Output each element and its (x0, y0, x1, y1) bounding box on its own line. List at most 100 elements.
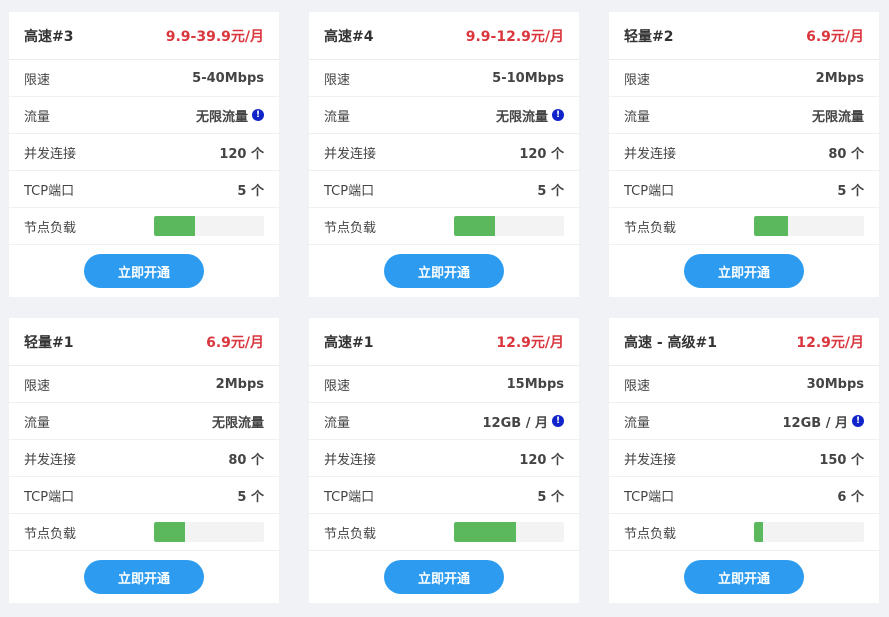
open-now-button[interactable]: 立即开通 (384, 254, 504, 288)
traffic-value: 无限流量 ! (196, 106, 264, 125)
plan-price: 12.9元/月 (796, 334, 864, 351)
connections-value: 120 个 (219, 146, 264, 162)
open-now-button[interactable]: 立即开通 (84, 560, 204, 594)
plan-header: 轻量#2 6.9元/月 (609, 12, 879, 60)
speed-value: 2Mbps (815, 70, 864, 86)
load-row: 节点负载 (309, 208, 579, 245)
connections-value: 120 个 (519, 146, 564, 162)
open-now-button[interactable]: 立即开通 (684, 254, 804, 288)
open-now-button[interactable]: 立即开通 (84, 254, 204, 288)
load-bar (754, 216, 864, 236)
tcp-ports-row: TCP端口 6 个 (609, 477, 879, 514)
tcp-ports-row: TCP端口 5 个 (9, 171, 279, 208)
load-row: 节点负载 (309, 514, 579, 551)
plan-price: 12.9元/月 (496, 334, 564, 351)
connections-row: 并发连接 120 个 (309, 440, 579, 477)
tcp-ports-label: TCP端口 (324, 183, 375, 199)
traffic-text: 无限流量 (495, 109, 548, 125)
speed-row: 限速 2Mbps (609, 60, 879, 97)
plan-card: 轻量#2 6.9元/月 限速 2Mbps 流量 无限流量 并发连接 80 个 T… (609, 12, 879, 297)
tcp-ports-value: 6 个 (837, 489, 864, 505)
plan-price: 6.9元/月 (806, 28, 864, 45)
tcp-ports-value: 5 个 (537, 183, 564, 199)
speed-label: 限速 (324, 378, 351, 394)
load-bar-fill (454, 216, 495, 236)
load-bar (454, 522, 564, 542)
connections-label: 并发连接 (324, 146, 377, 162)
load-bar-fill (454, 522, 516, 542)
plan-footer: 立即开通 (609, 245, 879, 297)
plan-price: 6.9元/月 (206, 334, 264, 351)
load-label: 节点负载 (24, 526, 77, 542)
connections-value: 80 个 (828, 146, 864, 162)
plan-title: 高速#1 (324, 334, 374, 351)
traffic-row: 流量 12GB / 月 ! (309, 403, 579, 440)
connections-value: 150 个 (819, 452, 864, 468)
speed-value: 30Mbps (806, 376, 864, 392)
plan-card: 高速#3 9.9-39.9元/月 限速 5-40Mbps 流量 无限流量 ! 并… (9, 12, 279, 297)
speed-value: 5-40Mbps (192, 70, 264, 86)
connections-value: 120 个 (519, 452, 564, 468)
traffic-row: 流量 无限流量 ! (309, 97, 579, 134)
tcp-ports-label: TCP端口 (24, 183, 75, 199)
traffic-label: 流量 (324, 109, 351, 125)
open-now-button[interactable]: 立即开通 (684, 560, 804, 594)
plan-card: 高速#1 12.9元/月 限速 15Mbps 流量 12GB / 月 ! 并发连… (309, 318, 579, 603)
tcp-ports-value: 5 个 (837, 183, 864, 199)
load-label: 节点负载 (624, 220, 677, 236)
load-bar-fill (154, 522, 185, 542)
load-bar (754, 522, 864, 542)
load-row: 节点负载 (9, 208, 279, 245)
connections-label: 并发连接 (24, 452, 77, 468)
info-icon[interactable]: ! (552, 109, 564, 121)
plan-card: 高速#4 9.9-12.9元/月 限速 5-10Mbps 流量 无限流量 ! 并… (309, 12, 579, 297)
tcp-ports-label: TCP端口 (24, 489, 75, 505)
speed-row: 限速 15Mbps (309, 366, 579, 403)
speed-row: 限速 2Mbps (9, 366, 279, 403)
connections-row: 并发连接 120 个 (9, 134, 279, 171)
speed-row: 限速 30Mbps (609, 366, 879, 403)
load-label: 节点负载 (324, 220, 377, 236)
plan-card: 轻量#1 6.9元/月 限速 2Mbps 流量 无限流量 并发连接 80 个 T… (9, 318, 279, 603)
traffic-label: 流量 (324, 415, 351, 431)
speed-label: 限速 (324, 72, 351, 88)
plan-card: 高速 - 高级#1 12.9元/月 限速 30Mbps 流量 12GB / 月 … (609, 318, 879, 603)
info-icon[interactable]: ! (852, 415, 864, 427)
traffic-label: 流量 (624, 415, 651, 431)
tcp-ports-label: TCP端口 (624, 183, 675, 199)
connections-value: 80 个 (228, 452, 264, 468)
plan-footer: 立即开通 (609, 551, 879, 603)
traffic-text: 12GB / 月 (482, 415, 548, 431)
tcp-ports-value: 5 个 (237, 489, 264, 505)
plan-header: 轻量#1 6.9元/月 (9, 318, 279, 366)
tcp-ports-value: 5 个 (537, 489, 564, 505)
open-now-button[interactable]: 立即开通 (384, 560, 504, 594)
info-icon[interactable]: ! (252, 109, 264, 121)
traffic-value: 无限流量 (212, 412, 264, 431)
traffic-row: 流量 12GB / 月 ! (609, 403, 879, 440)
speed-label: 限速 (624, 378, 651, 394)
load-label: 节点负载 (624, 526, 677, 542)
plan-header: 高速#3 9.9-39.9元/月 (9, 12, 279, 60)
connections-row: 并发连接 80 个 (9, 440, 279, 477)
connections-row: 并发连接 80 个 (609, 134, 879, 171)
plan-price: 9.9-12.9元/月 (465, 28, 564, 45)
load-bar (154, 216, 264, 236)
plan-price: 9.9-39.9元/月 (165, 28, 264, 45)
tcp-ports-row: TCP端口 5 个 (9, 477, 279, 514)
plan-footer: 立即开通 (9, 551, 279, 603)
load-label: 节点负载 (324, 526, 377, 542)
traffic-value: 12GB / 月 ! (783, 412, 864, 431)
load-bar (154, 522, 264, 542)
tcp-ports-row: TCP端口 5 个 (309, 171, 579, 208)
traffic-row: 流量 无限流量 ! (9, 97, 279, 134)
traffic-text: 无限流量 (211, 415, 264, 431)
speed-row: 限速 5-40Mbps (9, 60, 279, 97)
plan-footer: 立即开通 (309, 245, 579, 297)
info-icon[interactable]: ! (552, 415, 564, 427)
load-row: 节点负载 (609, 208, 879, 245)
plan-title: 轻量#1 (24, 334, 74, 351)
traffic-label: 流量 (24, 415, 51, 431)
traffic-text: 12GB / 月 (782, 415, 848, 431)
load-bar-fill (154, 216, 195, 236)
